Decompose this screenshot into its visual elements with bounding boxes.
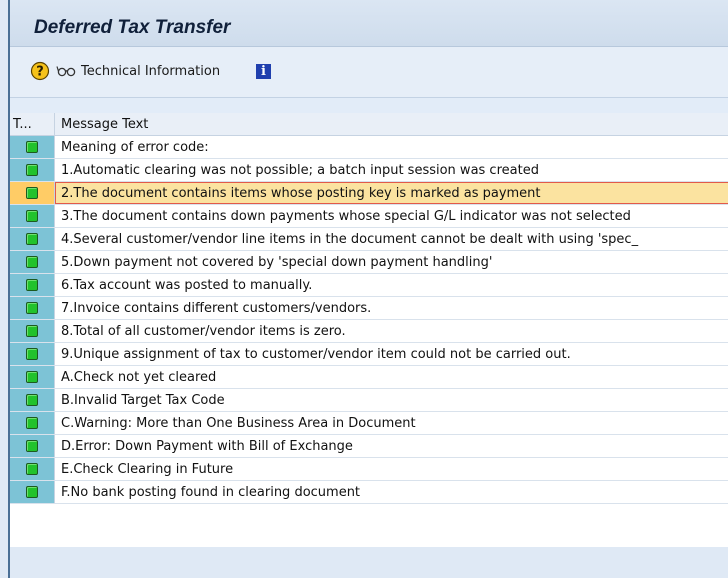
message-text-cell: D.Error: Down Payment with Bill of Excha… (61, 438, 353, 454)
message-text-cell: Meaning of error code: (61, 139, 209, 155)
status-cell (10, 136, 55, 158)
message-text-cell: 1.Automatic clearing was not possible; a… (61, 162, 539, 178)
status-cell (10, 251, 55, 273)
message-text-cell: C.Warning: More than One Business Area i… (61, 415, 416, 431)
table-row[interactable]: 5.Down payment not covered by 'special d… (10, 251, 728, 274)
green-led-icon (26, 187, 38, 199)
table-row[interactable]: 4.Several customer/vendor line items in … (10, 228, 728, 251)
column-header-message-text[interactable]: Message Text (55, 113, 728, 135)
help-button[interactable]: ? (30, 61, 50, 81)
table-row[interactable]: 9.Unique assignment of tax to customer/v… (10, 343, 728, 366)
green-led-icon (26, 233, 38, 245)
glasses-icon (56, 66, 76, 77)
column-header-type[interactable]: T... (10, 113, 55, 135)
status-cell (10, 182, 55, 204)
message-table: T... Message Text Meaning of error code:… (10, 113, 728, 547)
table-row[interactable]: B.Invalid Target Tax Code (10, 389, 728, 412)
technical-information-button[interactable]: Technical Information (56, 61, 220, 81)
status-cell (10, 228, 55, 250)
table-row[interactable]: F.No bank posting found in clearing docu… (10, 481, 728, 504)
green-led-icon (26, 394, 38, 406)
status-cell (10, 159, 55, 181)
status-cell (10, 320, 55, 342)
title-bar: Deferred Tax Transfer (10, 0, 728, 47)
green-led-icon (26, 256, 38, 268)
message-text-cell: 3.The document contains down payments wh… (61, 208, 631, 224)
status-cell (10, 274, 55, 296)
message-text-cell: 8.Total of all customer/vendor items is … (61, 323, 346, 339)
table-row[interactable]: 1.Automatic clearing was not possible; a… (10, 159, 728, 182)
info-icon: i (256, 63, 271, 79)
green-led-icon (26, 348, 38, 360)
popup-window: Deferred Tax Transfer ? Technical Inform… (8, 0, 728, 578)
green-led-icon (26, 440, 38, 452)
message-text-cell: 5.Down payment not covered by 'special d… (61, 254, 493, 270)
info-button[interactable]: i (256, 61, 276, 81)
green-led-icon (26, 417, 38, 429)
status-cell (10, 343, 55, 365)
toolbar-divider (10, 97, 728, 98)
table-row[interactable]: Meaning of error code: (10, 136, 728, 159)
green-led-icon (26, 463, 38, 475)
toolbar: ? Technical Information i (10, 47, 728, 97)
table-row[interactable]: D.Error: Down Payment with Bill of Excha… (10, 435, 728, 458)
message-text-cell: 2.The document contains items whose post… (55, 182, 728, 204)
status-cell (10, 435, 55, 457)
table-header: T... Message Text (10, 113, 728, 136)
message-text-cell: 6.Tax account was posted to manually. (61, 277, 313, 293)
bottom-area (10, 547, 728, 578)
green-led-icon (26, 164, 38, 176)
technical-information-label: Technical Information (81, 63, 221, 79)
help-question-icon: ? (30, 61, 50, 81)
message-text-cell: A.Check not yet cleared (61, 369, 217, 385)
message-text-cell: F.No bank posting found in clearing docu… (61, 484, 361, 500)
green-led-icon (26, 302, 38, 314)
status-cell (10, 205, 55, 227)
status-cell (10, 389, 55, 411)
green-led-icon (26, 210, 38, 222)
window-title: Deferred Tax Transfer (34, 17, 231, 38)
message-text-cell: B.Invalid Target Tax Code (61, 392, 225, 408)
table-row[interactable]: 7.Invoice contains different customers/v… (10, 297, 728, 320)
message-text-cell: 4.Several customer/vendor line items in … (61, 231, 639, 247)
status-cell (10, 366, 55, 388)
table-row[interactable]: 2.The document contains items whose post… (10, 182, 728, 205)
table-row[interactable]: E.Check Clearing in Future (10, 458, 728, 481)
green-led-icon (26, 279, 38, 291)
message-text-cell: E.Check Clearing in Future (61, 461, 234, 477)
status-cell (10, 412, 55, 434)
green-led-icon (26, 371, 38, 383)
green-led-icon (26, 486, 38, 498)
status-cell (10, 481, 55, 503)
table-row[interactable]: 6.Tax account was posted to manually. (10, 274, 728, 297)
status-cell (10, 458, 55, 480)
table-row[interactable]: A.Check not yet cleared (10, 366, 728, 389)
message-text-cell: 9.Unique assignment of tax to customer/v… (61, 346, 571, 362)
table-row[interactable]: C.Warning: More than One Business Area i… (10, 412, 728, 435)
svg-text:?: ? (36, 65, 44, 80)
table-row[interactable]: 3.The document contains down payments wh… (10, 205, 728, 228)
message-text-cell: 7.Invoice contains different customers/v… (61, 300, 372, 316)
green-led-icon (26, 325, 38, 337)
table-row[interactable]: 8.Total of all customer/vendor items is … (10, 320, 728, 343)
status-cell (10, 297, 55, 319)
green-led-icon (26, 141, 38, 153)
